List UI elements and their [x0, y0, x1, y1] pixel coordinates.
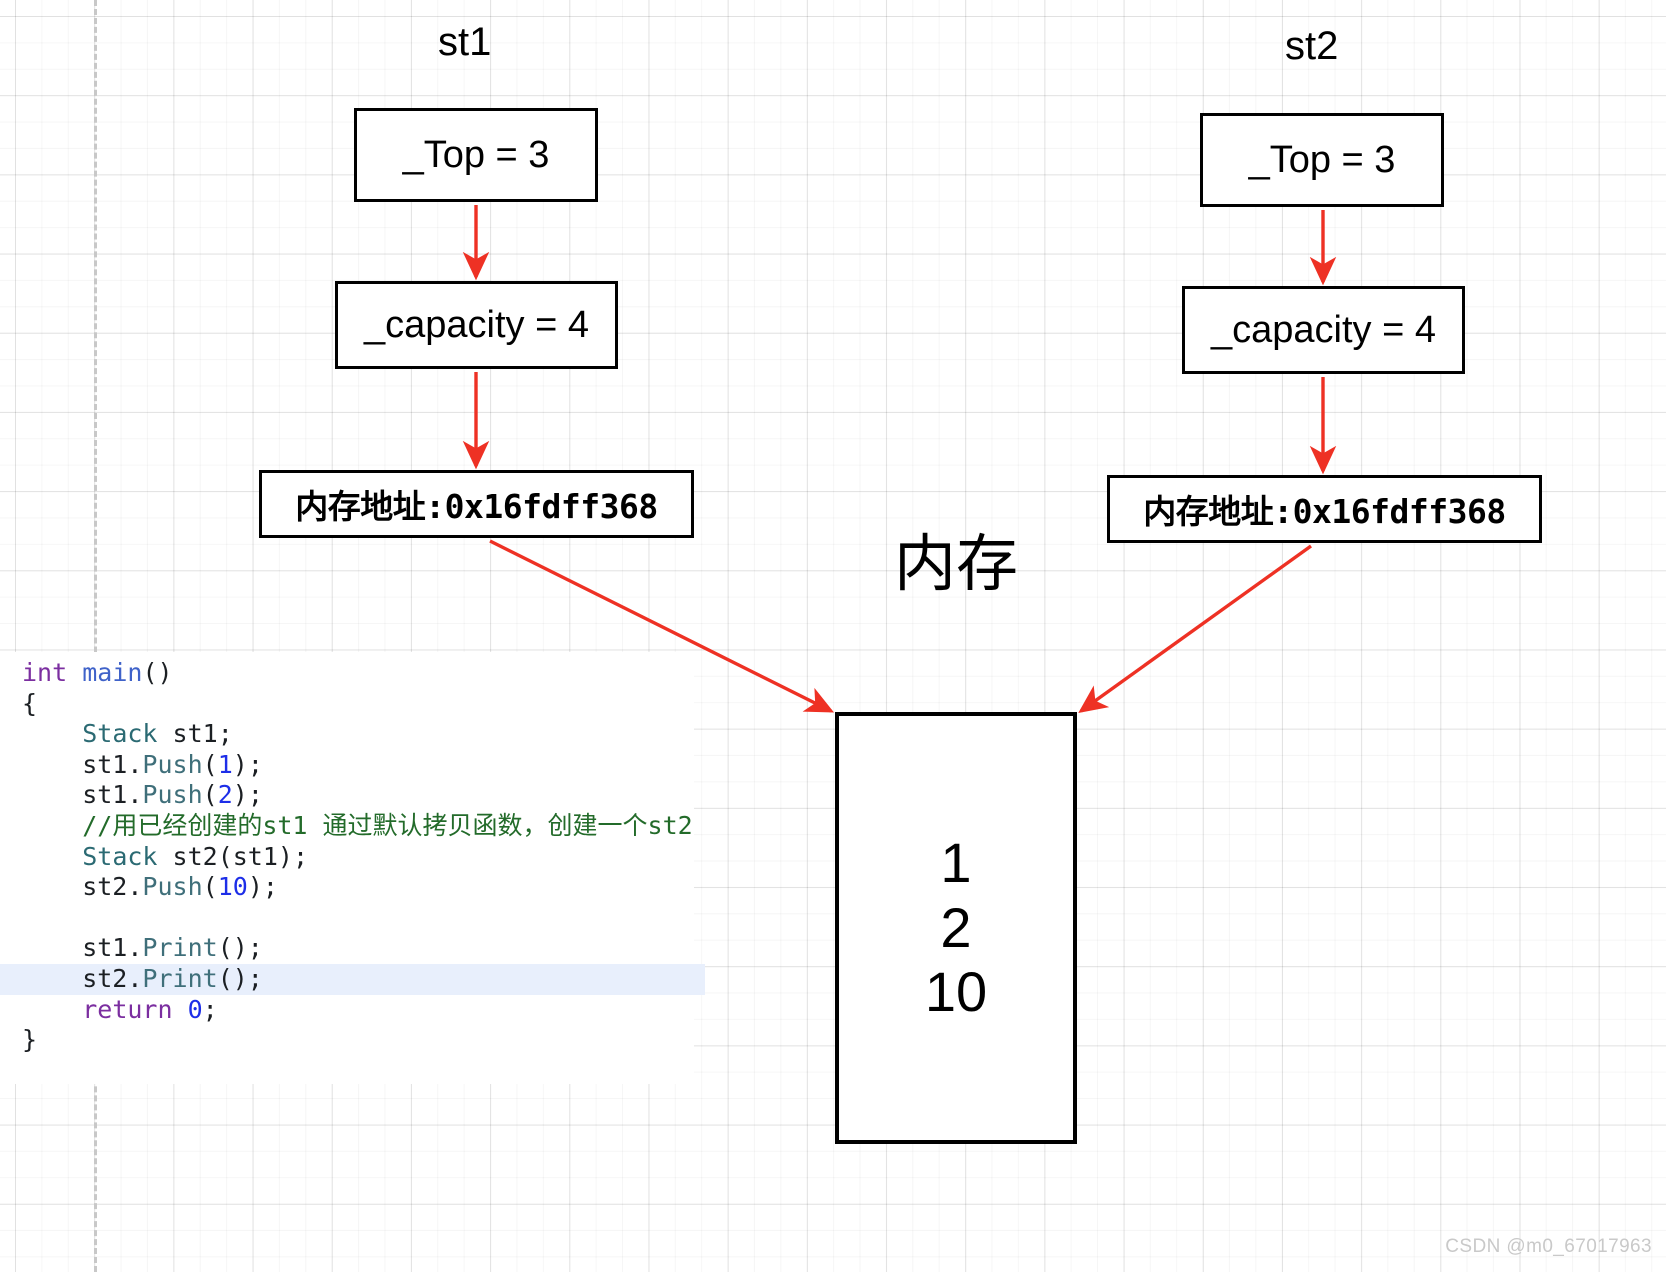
memory-cell: 2: [940, 895, 972, 959]
code-panel: int main(){ Stack st1; st1.Push(1); st1.…: [0, 652, 705, 1084]
code-token: (: [202, 749, 218, 779]
st2-top-box: _Top = 3: [1200, 113, 1444, 207]
memory-block: 1 2 10: [835, 712, 1077, 1144]
st1-top-box: _Top = 3: [354, 108, 598, 202]
memory-cell: 1: [940, 830, 972, 894]
code-token: );: [247, 872, 278, 902]
code-token: 2: [217, 780, 233, 810]
code-token: st2(st1);: [157, 841, 308, 871]
code-line: st2.Push(10);: [0, 872, 694, 903]
code-line: st1.Print();: [0, 933, 694, 964]
code-token: 1: [217, 749, 233, 779]
code-token: }: [22, 1025, 38, 1055]
code-token: st1.: [22, 780, 143, 810]
code-line: [0, 903, 694, 934]
arrow-st2-address-to-memory: [1078, 544, 1312, 713]
code-token: Print: [142, 963, 218, 993]
st2-capacity-box: _capacity = 4: [1182, 286, 1465, 374]
code-token: (: [202, 872, 218, 902]
code-token: st2.: [22, 963, 143, 993]
code-token: main: [82, 658, 143, 687]
code-token: Push: [142, 749, 203, 779]
code-token: Push: [142, 780, 203, 810]
diagram-canvas: st1 _Top = 3 _capacity = 4 内存地址:0x16fdff…: [0, 0, 1666, 1272]
code-token: {: [22, 688, 38, 718]
code-line: st1.Push(1);: [0, 750, 694, 781]
code-token: (: [202, 780, 218, 810]
code-token: //用已经创建的st1 通过默认拷贝函数，创建一个st2: [82, 810, 693, 840]
code-token: Stack: [82, 841, 158, 871]
code-token: ;: [202, 994, 218, 1024]
variable-label-st2: st2: [1285, 24, 1339, 68]
code-token: return: [82, 994, 173, 1024]
memory-cell: 10: [924, 960, 988, 1024]
code-token: st2.: [22, 872, 143, 902]
code-token: st1.: [22, 933, 143, 963]
code-token: );: [232, 780, 263, 810]
code-token: ();: [217, 963, 263, 993]
st1-address-box: 内存地址:0x16fdff368: [259, 470, 694, 538]
code-line: //用已经创建的st1 通过默认拷贝函数，创建一个st2: [0, 811, 694, 842]
code-token: ();: [217, 933, 263, 963]
code-line: Stack st1;: [0, 719, 694, 750]
code-token: );: [232, 749, 263, 779]
code-line: st1.Push(2);: [0, 780, 694, 811]
memory-label: 内存: [893, 530, 1018, 599]
code-token: 10: [217, 872, 248, 902]
code-token: st1;: [157, 719, 233, 749]
code-token: Push: [142, 872, 203, 902]
code-line: Stack st2(st1);: [0, 842, 694, 873]
code-token: st1.: [22, 749, 143, 779]
code-token: Print: [142, 933, 218, 963]
code-line: return 0;: [0, 995, 694, 1026]
code-line: {: [0, 689, 694, 720]
code-line: }: [0, 1025, 694, 1056]
code-token: int: [22, 658, 68, 687]
watermark: CSDN @m0_67017963: [1445, 1236, 1652, 1257]
code-line: int main(): [0, 658, 694, 689]
variable-label-st1: st1: [438, 20, 492, 64]
code-token: Stack: [82, 719, 158, 749]
code-token: (): [142, 658, 173, 687]
code-token: 0: [187, 994, 203, 1024]
st2-address-box: 内存地址:0x16fdff368: [1107, 475, 1542, 543]
code-line: st2.Print();: [0, 963, 705, 995]
st1-capacity-box: _capacity = 4: [335, 281, 618, 369]
